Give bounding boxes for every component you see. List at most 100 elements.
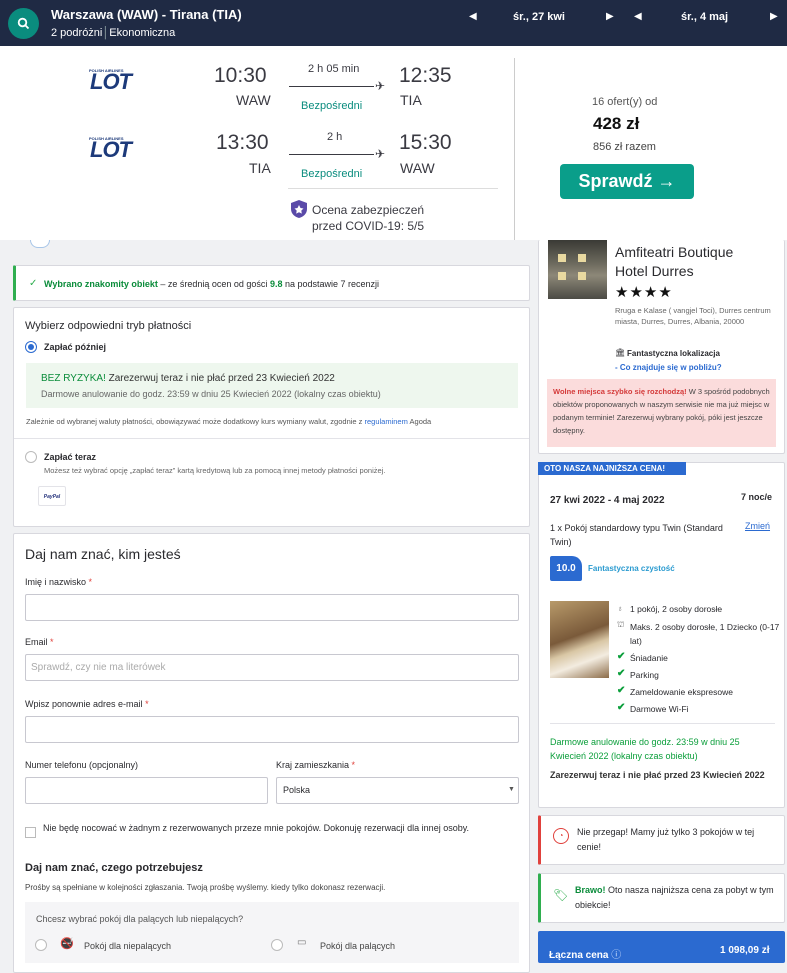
passengers-label: 2 podróżni [51, 27, 103, 39]
fx-note: Zależnie od wybranej waluty płatności, o… [26, 417, 431, 426]
bravo-bold: Brawo! [575, 885, 606, 895]
email-confirm-input[interactable] [25, 716, 519, 743]
terms-link[interactable]: regulaminem [365, 417, 408, 426]
divider [550, 723, 775, 724]
smoking-box [25, 902, 519, 963]
urgency-text: Wolne miejsca szybko się rozchodzą! W 3 … [553, 385, 771, 437]
lowest-price-badge: OTO NASZA NAJNIŻSZA CENA! [538, 462, 686, 475]
check-icon: ✔ [617, 668, 626, 679]
hotel-stars: ★★★★ [615, 284, 673, 301]
return-date[interactable]: śr., 4 maj [681, 11, 728, 23]
paypal-logo[interactable]: PayPal [38, 486, 66, 506]
stay-dates: 27 kwi 2022 - 4 maj 2022 [550, 495, 665, 506]
stops-label: Bezpośredni [301, 100, 363, 112]
required-mark: * [88, 577, 93, 587]
phone-input[interactable] [25, 777, 268, 804]
dep-code: TIA [249, 160, 271, 176]
check-icon: ✔ [617, 651, 626, 662]
pay-now-label[interactable]: Zapłać teraz [44, 452, 96, 462]
smoking-radio[interactable] [271, 939, 283, 951]
nights-count: 7 noc/e [741, 492, 773, 502]
person-icon: ♁ [617, 604, 623, 613]
required-mark: * [50, 637, 54, 647]
not-staying-label: Nie będę nocować w żadnym z rezerwowanyc… [43, 823, 470, 833]
smoking-label[interactable]: Pokój dla palących [320, 941, 395, 951]
required-mark: * [351, 760, 356, 770]
feature-wifi: Darmowe Wi-Fi [630, 704, 689, 714]
timer-icon: ◔ [553, 828, 569, 844]
passengers-cabin[interactable]: 2 podróżni│Ekonomiczna [51, 27, 175, 39]
email-placeholder: Sprawdź, czy nie ma literówek [31, 662, 166, 673]
pay-later-label[interactable]: Zapłać później [44, 342, 106, 352]
route-title[interactable]: Warszawa (WAW) - Tirana (TIA) [51, 7, 242, 22]
plane-icon: ✈ [375, 147, 386, 161]
covid-rating-line2: przed COVID-19: 5/5 [312, 219, 425, 233]
cleanliness-label: Fantastyczna czystość [588, 564, 675, 573]
nonsmoking-radio[interactable] [35, 939, 47, 951]
feature-guests: 1 pokój, 2 osoby dorosłe [630, 604, 723, 614]
covid-rating-line1: Ocena zabezpieczeń [312, 203, 425, 217]
search-icon [17, 17, 30, 30]
room-photo[interactable] [550, 601, 609, 678]
no-risk-bold: BEZ RYZYKA! [41, 373, 106, 384]
fx-note-text: Zależnie od wybranej waluty płatności, o… [26, 417, 365, 426]
no-smoking-icon: 🚭 [60, 938, 74, 950]
partial-icon [30, 240, 50, 248]
needs-sub: Prośby są spełniane w kolejności zgłasza… [25, 883, 386, 892]
info-icon[interactable]: ⓘ [611, 950, 621, 961]
route-line [289, 86, 374, 87]
excellent-bold: Wybrano znakomity obiekt [44, 279, 158, 289]
prev-depart-arrow-icon[interactable]: ◀ [469, 11, 477, 22]
email-label-text: Email [25, 637, 48, 647]
total-label-text: Łączna cena [549, 950, 609, 961]
dep-time: 10:30 [214, 64, 267, 87]
free-cancellation: Darmowe anulowanie do godz. 23:59 w dniu… [550, 737, 740, 761]
excellent-score: 9.8 [269, 279, 283, 289]
nearby-link[interactable]: - Co znajduje się w pobliżu? [615, 363, 722, 372]
hotel-photo[interactable] [548, 240, 607, 299]
phone-label: Numer telefonu (opcjonalny) [25, 760, 139, 770]
feature-parking: Parking [630, 670, 659, 680]
nonsmoking-label[interactable]: Pokój dla niepalących [84, 941, 171, 951]
bravo-text: Brawo! Oto nasza najniższa cena za pobyt… [575, 883, 777, 913]
prev-return-arrow-icon[interactable]: ◀ [634, 11, 642, 22]
needs-title: Daj nam znać, czego potrzebujesz [25, 862, 203, 874]
fx-note-tail: Agoda [407, 417, 432, 426]
flight-total: 856 zł razem [593, 141, 656, 153]
depart-date[interactable]: śr., 27 kwi [513, 11, 565, 23]
next-depart-arrow-icon[interactable]: ▶ [606, 11, 614, 22]
name-label-text: Imię i nazwisko [25, 577, 87, 587]
email-label: Email * [25, 637, 54, 647]
chevron-down-icon: ▼ [508, 786, 515, 793]
no-risk-rest: Zarezerwuj teraz i nie płać przed 23 Kwi… [105, 373, 335, 384]
country-select[interactable] [276, 777, 519, 804]
location-rating: Fantastyczna lokalizacja [627, 349, 720, 358]
total-label: Łączna cena ⓘ [549, 946, 621, 961]
feature-breakfast: Śniadanie [630, 653, 668, 663]
feature-express-checkin: Zameldowanie ekspresowe [630, 687, 733, 697]
name-input[interactable] [25, 594, 519, 621]
room-type: 1 x Pokój standardowy typu Twin (Standar… [550, 523, 723, 547]
lot-logo: LOT [90, 69, 132, 94]
arr-time: 15:30 [399, 131, 452, 154]
hotel-name-line1: Amfiteatri Boutique [615, 244, 734, 260]
check-button[interactable]: Sprawdź → [560, 164, 694, 199]
free-cancel-text: Darmowe anulowanie do godz. 23:59 w dniu… [41, 389, 381, 399]
search-button[interactable] [8, 8, 39, 39]
pay-later-radio[interactable] [25, 341, 37, 353]
flight-duration: 2 h 05 min [308, 63, 360, 75]
urgency-bold: Wolne miejsca szybko się rozchodzą! [553, 387, 687, 396]
rooms-left-text: Nie przegap! Mamy już tylko 3 pokojów w … [577, 827, 755, 852]
route-line [289, 154, 374, 155]
arr-code: WAW [400, 160, 435, 176]
check-icon: ✔ [617, 702, 626, 713]
pay-now-radio[interactable] [25, 451, 37, 463]
next-return-arrow-icon[interactable]: ▶ [770, 11, 778, 22]
not-staying-checkbox[interactable] [25, 827, 36, 838]
country-label-text: Kraj zamieszkania [276, 760, 350, 770]
stops-label: Bezpośredni [301, 168, 363, 180]
name-label: Imię i nazwisko * [25, 577, 92, 587]
change-room-link[interactable]: Zmień [745, 521, 770, 531]
pay-later-note: Zarezerwuj teraz i nie płać przed 23 Kwi… [550, 770, 765, 780]
location-icon: 🏛 [615, 348, 626, 357]
